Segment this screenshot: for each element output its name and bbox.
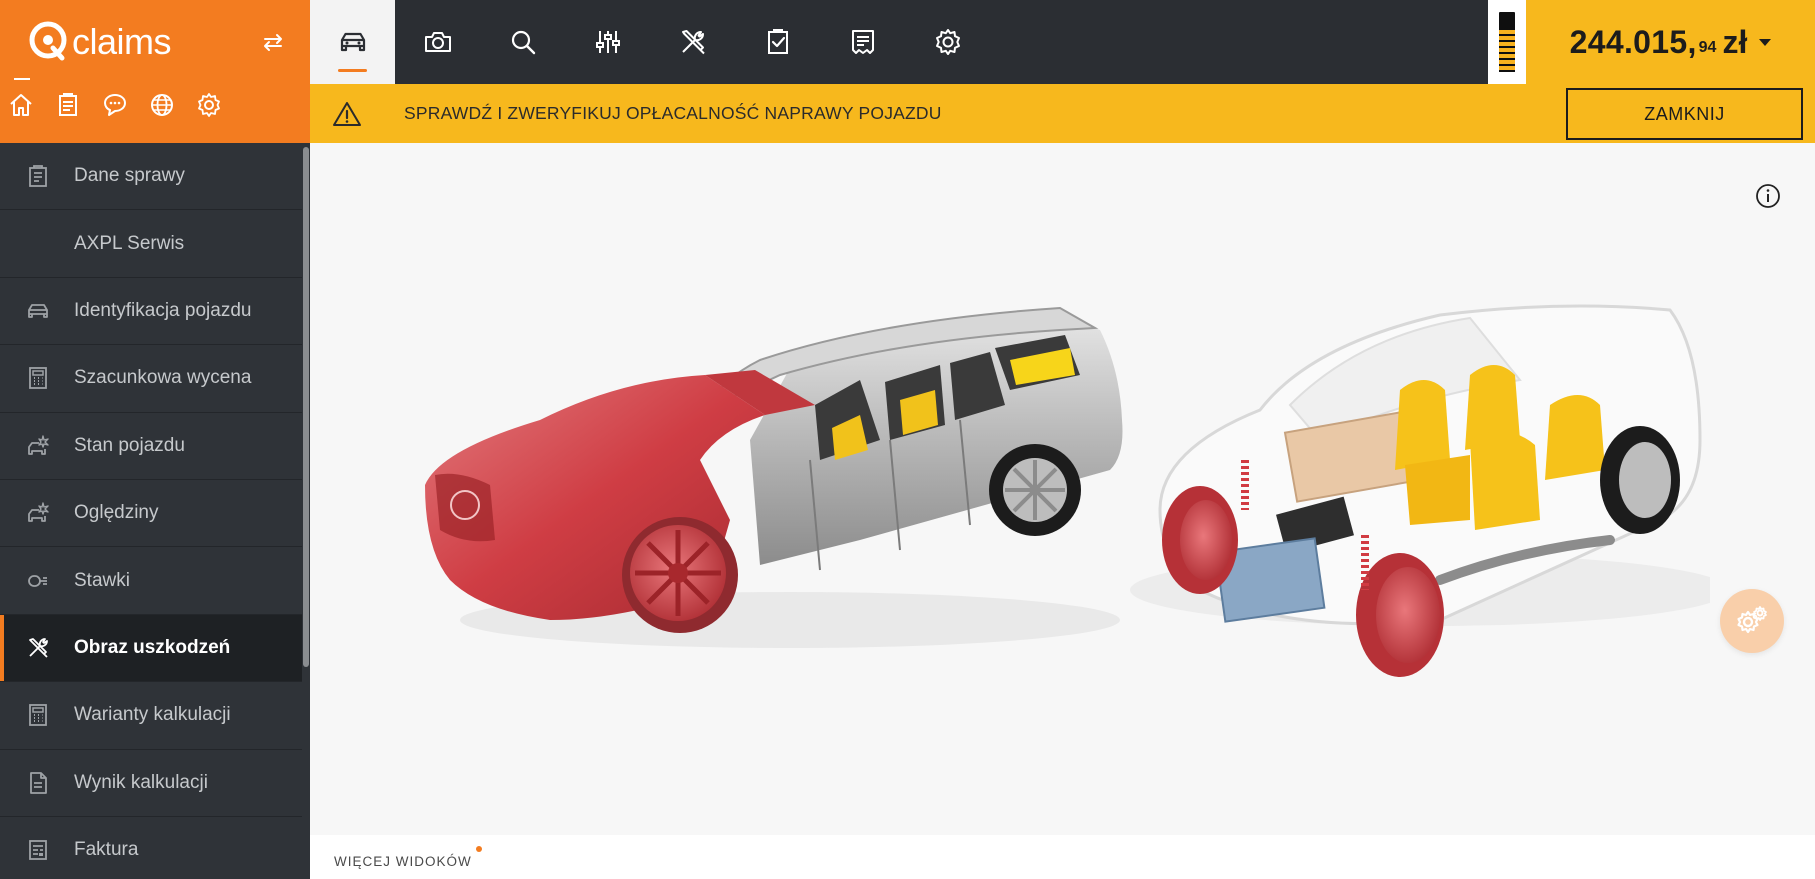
globe-icon[interactable] [149, 92, 175, 118]
home-icon[interactable] [8, 92, 34, 118]
quick-icons [8, 92, 222, 118]
tool-settings-sliders[interactable] [565, 0, 650, 84]
chevron-down-icon [1759, 38, 1772, 46]
tool-photos[interactable] [395, 0, 480, 84]
sidebar-item-label: Stan pojazdu [74, 434, 185, 456]
tool-gear[interactable] [905, 0, 990, 84]
sidebar-item-szacunkowa-wycena[interactable]: Szacunkowa wycena [0, 345, 302, 413]
more-views-link[interactable]: WIĘCEJ WIDOKÓW [334, 854, 472, 869]
sidebar-item-label: Dane sprawy [74, 165, 185, 187]
vehicle-3d-model[interactable] [420, 290, 1730, 730]
sliders-icon [595, 31, 620, 53]
swap-icon[interactable] [259, 28, 287, 56]
chat-icon[interactable] [102, 92, 128, 118]
logo-underline [14, 78, 30, 80]
tools-icon [25, 635, 51, 661]
camera-icon [424, 32, 451, 52]
sidebar-item-warianty-kalkulacji[interactable]: Warianty kalkulacji [0, 682, 302, 750]
sidebar-item-stawki[interactable]: Stawki [0, 547, 302, 615]
info-icon[interactable] [1755, 183, 1781, 209]
sidebar: claims Dane sprawy AXPL Serwis Identyfik… [0, 0, 310, 879]
clipboard-icon [25, 163, 51, 189]
car-damage-icon [25, 433, 51, 459]
sidebar-item-label: Obraz uszkodzeń [74, 636, 231, 658]
sidebar-item-label: Faktura [74, 839, 139, 861]
sidebar-item-faktura[interactable]: Faktura [0, 816, 302, 879]
tool-search[interactable] [480, 0, 565, 84]
checklist-icon [767, 29, 788, 54]
tool-repair[interactable] [650, 0, 735, 84]
warning-icon [333, 101, 361, 126]
amount-currency: zł [1722, 23, 1748, 60]
notification-dot [476, 846, 482, 852]
top-toolbar [310, 0, 1488, 84]
tool-checklist[interactable] [735, 0, 820, 84]
close-alert-button[interactable]: ZAMKNIJ [1566, 88, 1803, 140]
gears-icon [1737, 606, 1767, 634]
sidebar-item-obraz-uszkodzen[interactable]: Obraz uszkodzeń [0, 614, 302, 683]
sidebar-item-axpl-serwis[interactable]: AXPL Serwis [0, 210, 302, 278]
gauge-bar [1499, 12, 1515, 72]
sidebar-item-wynik-kalkulacji[interactable]: Wynik kalkulacji [0, 749, 302, 817]
car-damage-icon [25, 500, 51, 526]
amount-cents: 94 [1698, 39, 1717, 56]
gear-icon [935, 29, 960, 55]
gear-icon[interactable] [196, 92, 222, 118]
scrollbar-thumb[interactable] [303, 147, 309, 667]
search-icon [511, 30, 535, 55]
sidebar-nav: Dane sprawy AXPL Serwis Identyfikacja po… [0, 143, 302, 879]
settings-fab-button[interactable] [1720, 589, 1784, 653]
logo-text: claims [72, 21, 172, 62]
sidebar-scrollbar[interactable] [302, 143, 310, 879]
sidebar-item-label: Stawki [74, 569, 130, 591]
tool-vehicle[interactable] [310, 0, 395, 84]
invoice-icon [25, 837, 51, 863]
sidebar-item-identyfikacja-pojazdu[interactable]: Identyfikacja pojazdu [0, 277, 302, 346]
rates-icon [25, 568, 51, 594]
car-exterior-model [425, 306, 1123, 648]
sidebar-item-label: Wynik kalkulacji [74, 771, 208, 793]
total-amount-dropdown[interactable]: 244.015, 94 zł [1526, 0, 1815, 84]
sidebar-item-label: Identyfikacja pojazdu [74, 299, 252, 321]
sidebar-item-ogledziny[interactable]: Oględziny [0, 479, 302, 548]
sidebar-item-stan-pojazdu[interactable]: Stan pojazdu [0, 412, 302, 480]
car-icon [340, 32, 365, 52]
sidebar-item-label: Warianty kalkulacji [74, 704, 231, 726]
alert-message: SPRAWDŹ I ZWERYFIKUJ OPŁACALNOŚĆ NAPRAWY… [404, 103, 942, 123]
brand-header: claims [0, 0, 310, 143]
calculator-icon [25, 365, 51, 391]
car-icon [25, 298, 51, 324]
sidebar-item-dane-sprawy[interactable]: Dane sprawy [0, 143, 302, 211]
document-icon [25, 770, 51, 796]
car-illustration [425, 304, 1730, 677]
sidebar-item-label: AXPL Serwis [74, 232, 185, 254]
calculator-icon [25, 702, 51, 728]
clipboard-icon[interactable] [55, 92, 81, 118]
logo-icon [29, 21, 67, 61]
tool-receipt[interactable] [820, 0, 905, 84]
profitability-gauge [1488, 0, 1526, 84]
amount-main: 244.015, [1569, 23, 1697, 60]
logo: claims [26, 18, 172, 62]
receipt-icon [851, 30, 874, 54]
sidebar-item-label: Oględziny [74, 502, 159, 524]
sidebar-item-label: Szacunkowa wycena [74, 367, 252, 389]
tools-icon [681, 30, 705, 55]
gauge-fill [1499, 30, 1515, 72]
car-xray-model [1130, 304, 1730, 677]
